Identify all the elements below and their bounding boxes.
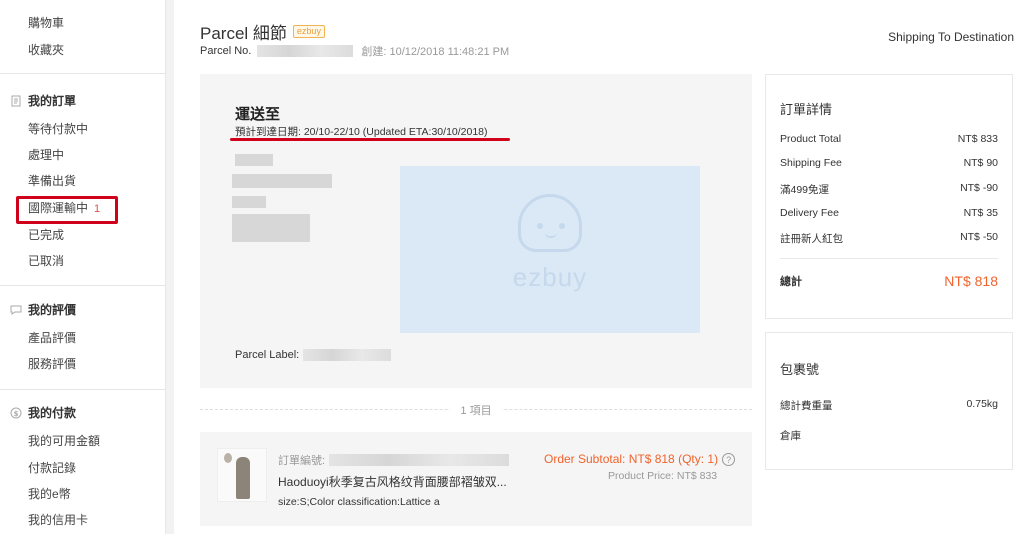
order-details-title: 訂單詳情 <box>780 102 833 117</box>
sidebar-divider <box>0 285 165 286</box>
sidebar-heading-label: 我的訂單 <box>28 94 77 108</box>
product-attributes: size:S;Color classification:Lattice a <box>278 496 440 508</box>
shipping-title: 運送至 <box>235 106 281 123</box>
eta-text: 預計到達日期: 20/10-22/10 (Updated ETA:30/10/2… <box>235 126 488 138</box>
redacted-name <box>235 154 273 166</box>
coin-icon: $ <box>10 407 22 419</box>
sidebar-heading-payments: $ 我的付款 <box>10 406 76 420</box>
detail-value: NT$ 35 <box>963 207 998 219</box>
order-no-label: 訂單編號: <box>278 455 326 467</box>
sidebar-item-cart[interactable]: 購物車 <box>28 16 64 30</box>
sidebar-item-completed[interactable]: 已完成 <box>28 228 64 242</box>
svg-text:$: $ <box>14 410 19 418</box>
created-timestamp: 創建: 10/12/2018 11:48:21 PM <box>361 46 510 58</box>
detail-label: 滿499免運 <box>780 184 830 196</box>
package-title: 包裹號 <box>780 362 820 377</box>
annotation-underline <box>230 138 510 141</box>
product-price: Product Price: NT$ 833 <box>608 470 718 482</box>
warehouse-row: 倉庫 <box>780 428 998 443</box>
map-logo-text: ezbuy <box>512 262 588 292</box>
total-value: NT$ 818 <box>944 273 998 289</box>
logo-mouth <box>545 233 557 238</box>
sidebar-gutter <box>166 0 174 534</box>
total-label: 總計 <box>780 276 802 288</box>
page: 購物車 收藏夾 我的訂單 等待付款中 處理中 準備出貨 國際運輸中 1 已完成 已… <box>0 0 1024 534</box>
detail-label: Delivery Fee <box>780 207 839 219</box>
page-title-text: Parcel 細節 <box>200 24 287 43</box>
panel-divider <box>780 258 998 259</box>
detail-value: NT$ 833 <box>957 133 998 145</box>
shipping-card: 運送至 預計到達日期: 20/10-22/10 (Updated ETA:30/… <box>200 74 752 388</box>
sidebar-heading-label: 我的付款 <box>28 406 77 420</box>
sidebar-divider <box>0 73 165 74</box>
logo-eye <box>559 223 565 229</box>
detail-value: NT$ -90 <box>960 182 998 194</box>
product-image[interactable] <box>217 448 267 502</box>
highlight-box <box>16 196 118 224</box>
redacted-value <box>303 349 392 361</box>
sidebar-item-preparing[interactable]: 準備出貨 <box>28 174 76 188</box>
order-details-panel: 訂單詳情 Product Total NT$ 833 Shipping Fee … <box>765 74 1013 319</box>
parcel-number: Parcel No. 創建: 10/12/2018 11:48:21 PM <box>200 43 509 59</box>
order-number: 訂單編號: <box>278 452 510 468</box>
detail-row: 滿499免運 NT$ -90 <box>780 182 998 197</box>
sidebar-heading-label: 我的評價 <box>28 303 77 317</box>
detail-value: NT$ 90 <box>963 157 998 169</box>
sidebar-item-processing[interactable]: 處理中 <box>28 148 64 162</box>
weight-label: 總計費重量 <box>780 400 833 412</box>
detail-label: Product Total <box>780 133 842 145</box>
help-icon[interactable]: ? <box>722 452 736 466</box>
map-placeholder: ezbuy <box>400 166 700 333</box>
sidebar: 購物車 收藏夾 我的訂單 等待付款中 處理中 準備出貨 國際運輸中 1 已完成 已… <box>0 0 166 534</box>
order-item: 訂單編號: Haoduoyi秋季复古风格纹背面腰部褶皱双... size:S;C… <box>200 432 752 526</box>
sidebar-item-product-reviews[interactable]: 產品評價 <box>28 331 76 345</box>
document-icon <box>10 95 22 107</box>
sidebar-item-favorites[interactable]: 收藏夾 <box>28 43 64 57</box>
item-count: 1 項目 <box>450 402 502 418</box>
parcel-no-label: Parcel No. <box>200 45 252 57</box>
package-panel: 包裹號 總計費重量 0.75kg 倉庫 <box>765 332 1013 470</box>
product-name[interactable]: Haoduoyi秋季复古风格纹背面腰部褶皱双... <box>278 473 507 490</box>
weight-value: 0.75kg <box>966 398 998 410</box>
redacted-value <box>329 454 510 466</box>
redacted-value <box>257 45 354 57</box>
shipping-status: Shipping To Destination <box>888 30 1014 44</box>
detail-row: Shipping Fee NT$ 90 <box>780 157 998 169</box>
sidebar-heading-reviews: 我的評價 <box>10 303 76 317</box>
warehouse-label: 倉庫 <box>780 430 801 442</box>
sidebar-heading-orders: 我的訂單 <box>10 94 76 108</box>
logo-eye <box>537 223 543 229</box>
detail-row: Delivery Fee NT$ 35 <box>780 207 998 219</box>
redacted-address <box>232 214 310 242</box>
order-subtotal-text: Order Subtotal: NT$ 818 (Qty: 1) <box>544 452 719 466</box>
ezbuy-logo-icon <box>518 194 582 252</box>
sidebar-divider <box>0 389 165 390</box>
ezbuy-badge: ezbuy <box>292 25 325 38</box>
order-subtotal: Order Subtotal: NT$ 818 (Qty: 1) ? <box>544 452 736 466</box>
sidebar-item-credit-card[interactable]: 我的信用卡 <box>28 513 88 527</box>
parcel-label-text: Parcel Label: <box>235 349 300 361</box>
redacted-address <box>232 196 266 208</box>
sidebar-item-service-reviews[interactable]: 服務評價 <box>28 357 76 371</box>
detail-value: NT$ -50 <box>960 231 998 243</box>
parcel-label: Parcel Label: <box>235 349 392 361</box>
detail-label: Shipping Fee <box>780 157 842 169</box>
sidebar-item-payment-records[interactable]: 付款記錄 <box>28 461 76 475</box>
detail-label: 註冊新人紅包 <box>780 233 843 245</box>
redacted-address <box>232 174 332 188</box>
package-weight-row: 總計費重量 0.75kg <box>780 398 998 413</box>
comment-icon <box>10 304 22 316</box>
total-row: 總計 NT$ 818 <box>780 273 998 289</box>
detail-row: Product Total NT$ 833 <box>780 133 998 145</box>
page-title: Parcel 細節 ezbuy <box>200 19 325 44</box>
sidebar-item-cancelled[interactable]: 已取消 <box>28 254 64 268</box>
product-figure <box>224 453 232 463</box>
sidebar-item-ecoins[interactable]: 我的e幣 <box>28 487 71 501</box>
product-figure <box>236 457 250 499</box>
detail-row: 註冊新人紅包 NT$ -50 <box>780 231 998 246</box>
sidebar-item-balance[interactable]: 我的可用金額 <box>28 434 100 448</box>
sidebar-item-awaiting-payment[interactable]: 等待付款中 <box>28 122 88 136</box>
